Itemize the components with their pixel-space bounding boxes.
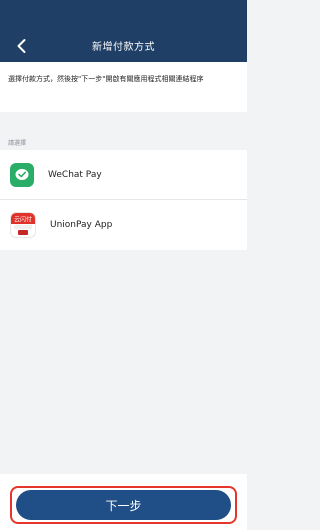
payment-method-label: WeChat Pay xyxy=(48,169,102,180)
payment-method-wechat-pay[interactable]: WeChat Pay xyxy=(0,150,247,200)
navbar: 新增付款方式 xyxy=(0,0,247,62)
payment-method-list: WeChat Pay 云闪付 UnionPay App xyxy=(0,150,247,250)
payment-method-label: UnionPay App xyxy=(50,220,113,230)
wechat-pay-icon xyxy=(10,162,34,187)
payment-method-unionpay-app[interactable]: 云闪付 UnionPay App xyxy=(0,200,247,250)
next-button[interactable]: 下一步 xyxy=(16,490,231,520)
unionpay-icon: 云闪付 xyxy=(10,212,36,238)
instruction-text: 選擇付款方式，然後按"下一步"開啟有關應用程式相關連結程序 xyxy=(0,62,247,112)
section-label: 請選擇 xyxy=(8,140,27,147)
svg-text:云闪付: 云闪付 xyxy=(14,216,32,224)
page-title: 新增付款方式 xyxy=(92,42,155,53)
